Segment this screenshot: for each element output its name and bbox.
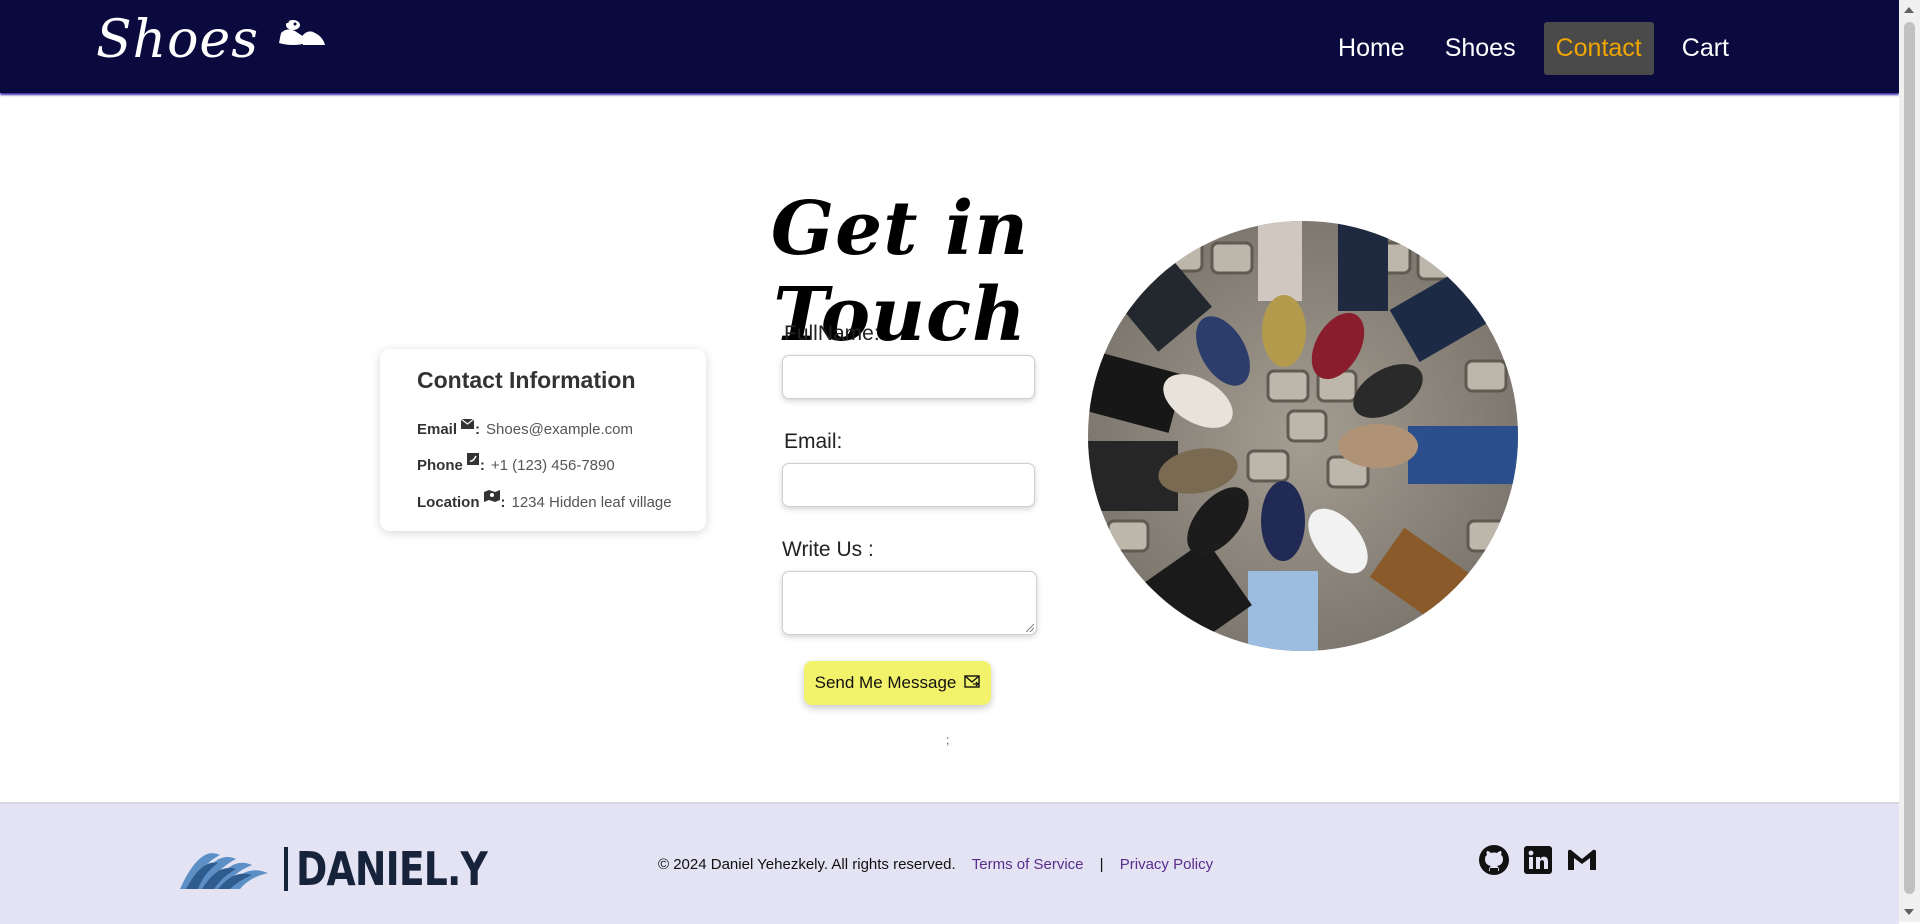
footer-logo-text: DANIEL.Y [296,842,488,896]
email-field-label: Email: [784,430,843,453]
phone-row: Phone : +1 (123) 456-7890 [417,453,615,474]
contact-info-card: Contact Information Email : Shoes@exampl… [380,349,706,531]
privacy-link[interactable]: Privacy Policy [1120,856,1213,873]
linkedin-icon[interactable] [1522,844,1554,876]
nav-cart[interactable]: Cart [1670,22,1741,75]
phone-icon [466,452,479,469]
main-nav: Home Shoes Contact Cart [1326,22,1741,75]
location-colon: : [500,494,506,511]
shoes-circle-photo [1088,221,1518,651]
brand-name: Shoes [96,10,259,70]
contact-info-title: Contact Information [417,367,636,393]
footer-separator: | [1099,856,1104,873]
send-message-button[interactable]: Send Me Message [804,661,991,705]
footer-copyright-block: © 2024 Daniel Yehezkely. All rights rese… [658,856,1213,873]
email-row: Email : Shoes@example.com [417,418,633,438]
brand-logo[interactable]: Shoes [96,14,327,66]
site-footer: DANIEL.Y © 2024 Daniel Yehezkely. All ri… [0,802,1899,924]
stray-text: ; [946,733,950,747]
message-label: Write Us : [782,538,874,561]
stripes-logo-icon [180,845,272,894]
location-row: Location : 1234 Hidden leaf village [417,490,672,511]
shoes-icon [273,15,327,60]
map-icon [483,489,500,506]
social-links [1478,844,1598,876]
scroll-thumb[interactable] [1904,22,1915,894]
email-label: Email [417,421,458,438]
page-scrollbar[interactable] [1899,0,1920,922]
send-message-label: Send Me Message [814,673,957,692]
resize-grip-icon[interactable] [1026,624,1034,632]
message-textarea[interactable] [782,571,1037,635]
phone-label: Phone [417,457,463,474]
github-icon[interactable] [1478,844,1510,876]
fullname-input[interactable] [782,355,1035,399]
location-value: 1234 Hidden leaf village [511,494,672,511]
footer-logo[interactable]: DANIEL.Y [180,842,529,896]
nav-home[interactable]: Home [1326,22,1417,75]
phone-value: +1 (123) 456-7890 [490,457,615,474]
send-envelope-icon [964,673,981,693]
nav-contact[interactable]: Contact [1543,22,1654,75]
email-value: Shoes@example.com [486,421,633,438]
nav-shoes[interactable]: Shoes [1433,22,1528,75]
site-header: Shoes Home Shoes Contact Cart [0,0,1899,93]
gmail-icon[interactable] [1566,844,1598,876]
fullname-label: FullName: [784,322,880,345]
email-colon: : [475,421,481,438]
logo-divider [284,847,288,891]
email-input[interactable] [782,463,1035,507]
page-title: Get in Touch [770,186,1030,358]
envelope-icon [460,416,475,433]
scroll-up-arrow-icon[interactable] [1904,7,1914,13]
terms-link[interactable]: Terms of Service [972,856,1084,873]
copyright-text: © 2024 Daniel Yehezkely. All rights rese… [658,856,956,873]
phone-colon: : [479,457,485,474]
scroll-down-arrow-icon[interactable] [1904,909,1914,915]
location-label: Location [417,494,480,511]
